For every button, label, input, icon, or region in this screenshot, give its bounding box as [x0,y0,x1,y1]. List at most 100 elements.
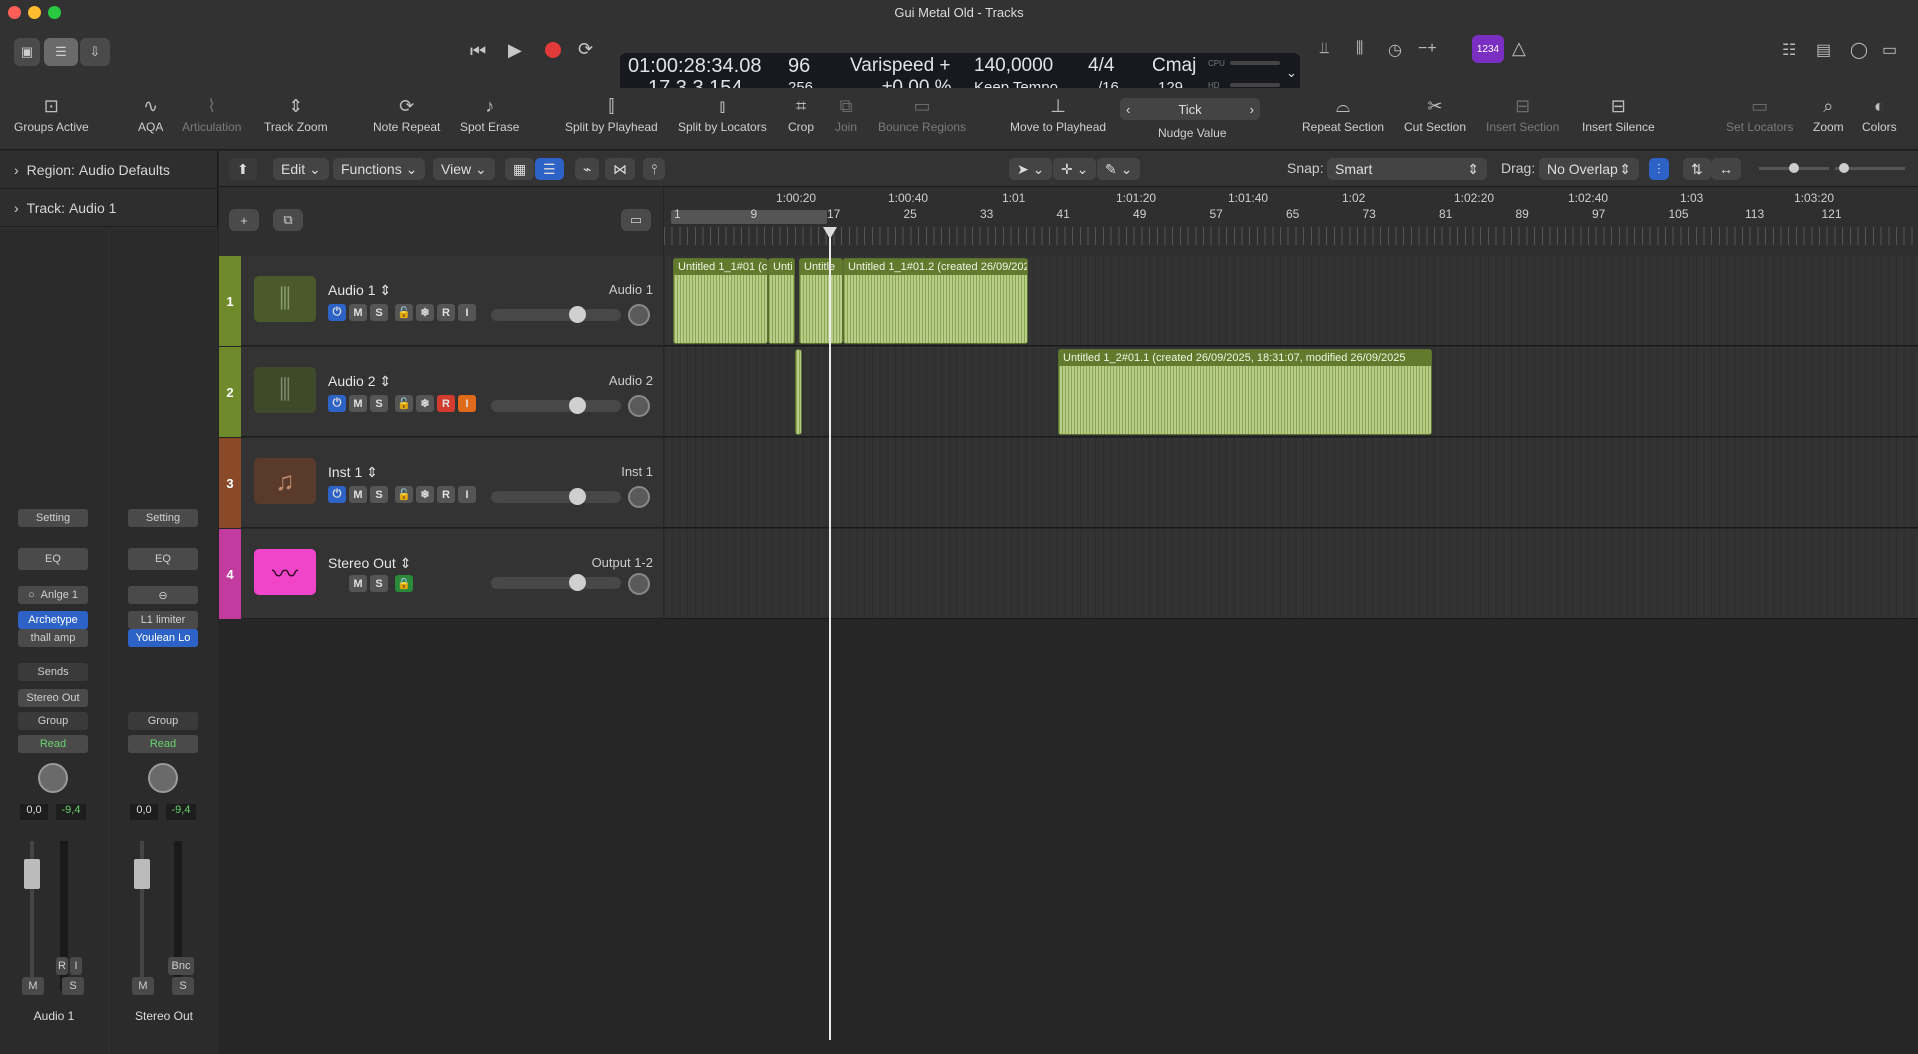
audio-region[interactable]: Untitled 1_2#01.1 (created 26/09/2025, 1… [1058,349,1432,435]
audio-region[interactable]: Untitled 1_1#01 (c [673,258,768,344]
volume-slider[interactable] [491,488,621,505]
list-view-icon[interactable]: ☰ [535,158,564,180]
chevron-down-icon[interactable]: ⌄ [1286,65,1297,81]
volume-thumb[interactable] [569,574,586,591]
solo-button-2[interactable]: S [172,977,194,995]
volume-thumb[interactable] [569,488,586,505]
mute-button[interactable]: M [349,304,367,321]
volume-fader-2[interactable] [134,859,150,889]
waveform-zoom-icon[interactable]: ⫶ [1649,158,1669,180]
spot-erase-button[interactable]: ♪ Spot Erase [460,96,519,134]
setting-button-2[interactable]: Setting [128,509,198,527]
solo-button[interactable]: S [370,575,388,592]
plugin-slot-1[interactable]: Archetype [18,611,88,629]
track-row[interactable]: 1 ⫼ Audio 1 ⇕ Audio 1 ⏻ M S 🔓 ❄ R I [219,256,663,346]
volume-fader-1[interactable] [24,859,40,889]
duplicate-track-button[interactable]: ⧉ [273,209,303,231]
plugin-slot-3[interactable]: L1 limiter [128,611,198,629]
track-row[interactable]: 3 ♫ Inst 1 ⇕ Inst 1 ⏻ M S 🔓 ❄ R I [219,438,663,528]
audio-region[interactable]: Untitled 1_1#01.2 (created 26/09/202 [843,258,1028,344]
track-zoom-button[interactable]: ⇕ Track Zoom [264,96,328,134]
mixer-icon[interactable]: ⫼ [1356,40,1363,58]
rewind-icon[interactable]: ⏮ [470,41,486,62]
library-button[interactable]: ▣ [14,38,40,66]
notepad-icon[interactable]: ▤ [1816,40,1831,60]
track-name[interactable]: Inst 1 ⇕ [328,464,378,481]
setting-button-1[interactable]: Setting [18,509,88,527]
bounce-regions-button[interactable]: ▭ Bounce Regions [878,96,966,134]
track-row[interactable]: 4 〰 Stereo Out ⇕ Output 1-2 M S 🔒 [219,529,663,619]
edit-menu[interactable]: Edit ⌄ [273,158,329,180]
vertical-auto-zoom-icon[interactable]: ⇅ [1683,158,1711,180]
record-icon[interactable] [545,42,561,58]
solo-button[interactable]: S [370,486,388,503]
marquee-tool-icon[interactable]: ✛ ⌄ [1053,158,1097,180]
mute-button-2[interactable]: M [132,977,154,995]
mute-button-1[interactable]: M [22,977,44,995]
track-row[interactable]: 2 ⫼ Audio 2 ⇕ Audio 2 ⏻ M S 🔓 ❄ R I [219,347,663,437]
chevron-left-icon[interactable]: ‹ [1126,102,1130,117]
browser-icon[interactable]: ▭ [1882,40,1897,60]
nudge-value-select[interactable]: ‹ Tick › [1120,98,1260,120]
automation-read-2[interactable]: Read [128,735,198,753]
metronome-icon[interactable]: △ [1512,38,1526,59]
automation-read-1[interactable]: Read [18,735,88,753]
power-icon[interactable]: ⏻ [328,486,346,503]
power-icon[interactable]: ⏻ [328,395,346,412]
grid-view-icon[interactable]: ▦ [505,158,535,180]
bounce-button[interactable]: Bnc [168,957,194,975]
link-icon[interactable]: ⊖ [128,586,198,604]
record-enable-button[interactable]: R [437,304,455,321]
group-button-2[interactable]: Group [128,712,198,730]
move-to-playhead-button[interactable]: ⊥ Move to Playhead [1010,96,1106,134]
chevron-right-icon[interactable]: › [1250,102,1254,117]
crop-button[interactable]: ⌗ Crop [788,96,814,134]
output-button-1[interactable]: Stereo Out [18,689,88,707]
set-locators-button[interactable]: ▭ Set Locators [1726,96,1793,134]
solo-button-1[interactable]: S [62,977,84,995]
track-name[interactable]: Stereo Out ⇕ [328,555,411,572]
cycle-area[interactable] [671,210,827,224]
zoom-button[interactable]: ⌕ Zoom [1813,96,1844,134]
join-button[interactable]: ⧉ Join [835,96,857,134]
up-arrow-icon[interactable]: ⬆ [229,158,257,180]
flex-icon[interactable]: ⋈ [605,158,635,180]
mute-button[interactable]: M [349,575,367,592]
play-icon[interactable]: ▶ [508,40,522,61]
solo-button[interactable]: S [370,304,388,321]
vertical-zoom-thumb[interactable] [1789,163,1799,173]
volume-thumb[interactable] [569,397,586,414]
input-monitor-button[interactable]: I [458,304,476,321]
snap-select[interactable]: Smart ⇕ [1327,158,1487,180]
plugin-slot-4[interactable]: Youlean Lo [128,629,198,647]
lock-icon[interactable]: 🔓 [395,395,413,412]
drag-select[interactable]: No Overlap ⇕ [1539,158,1639,180]
repeat-section-button[interactable]: ⌓ Repeat Section [1302,96,1384,134]
volume-slider[interactable] [491,574,621,591]
pencil-tool-icon[interactable]: ✎ ⌄ [1097,158,1141,180]
functions-menu[interactable]: Functions ⌄ [333,158,426,180]
region-inspector-row[interactable]: › Region: Audio Defaults [0,151,218,189]
group-button-1[interactable]: Group [18,712,88,730]
aqa-button[interactable]: ∿ AQA [138,96,163,134]
record-enable-button[interactable]: R [437,486,455,503]
view-menu[interactable]: View ⌄ [433,158,495,180]
note-repeat-button[interactable]: ⟳ Note Repeat [373,96,440,134]
solo-button[interactable]: S [370,395,388,412]
volume-slider[interactable] [491,397,621,414]
power-icon[interactable]: ⏻ [328,304,346,321]
cut-section-button[interactable]: ✂ Cut Section [1404,96,1466,134]
mute-button[interactable]: M [349,395,367,412]
global-tracks-button[interactable]: ▭ [621,209,651,231]
playhead[interactable] [829,227,831,1040]
freeze-icon[interactable]: ❄ [416,486,434,503]
pan-knob[interactable] [628,304,650,326]
chevron-right-icon[interactable]: › [14,162,19,178]
freeze-icon[interactable]: ❄ [416,395,434,412]
eq-button-1[interactable]: EQ [18,548,88,570]
cycle-icon[interactable]: ⟳ [578,39,593,60]
freeze-icon[interactable]: ❄ [416,304,434,321]
lock-icon[interactable]: 🔒 [395,575,413,592]
audio-region[interactable]: Untitle [799,258,843,344]
ruler[interactable]: 1:00:20 1:00:40 1:01 1:01:20 1:01:40 1:02 1:02… [664,187,1918,256]
